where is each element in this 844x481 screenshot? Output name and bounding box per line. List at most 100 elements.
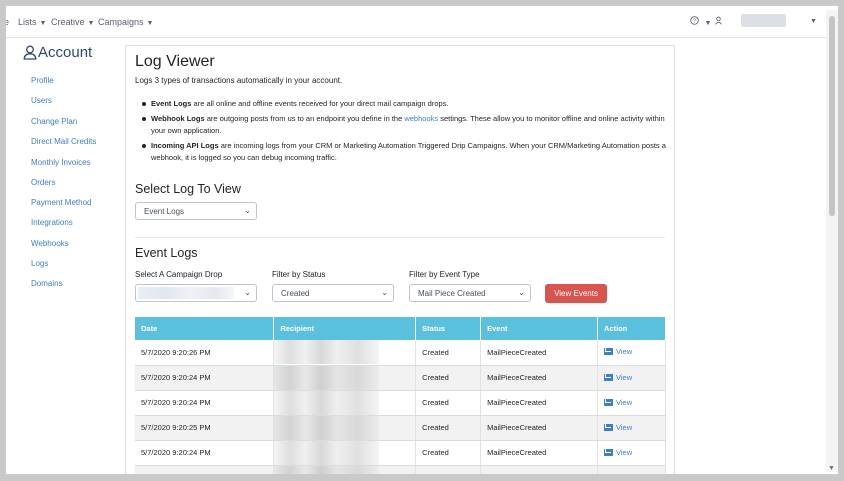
user-menu-caret-icon[interactable]: ▼ (810, 18, 817, 25)
list-item: Event Logs are all online and offline ev… (141, 98, 676, 110)
question-circle-icon[interactable]: ? ▼ (690, 16, 711, 27)
cell-date: 5/7/2020 9:20:24 PM (135, 390, 275, 416)
cell-action: View (597, 365, 666, 391)
log-viewer-panel: Log Viewer Logs 3 types of transactions … (125, 45, 675, 474)
cell-event: MailPieceCreated (480, 465, 598, 474)
user-outline-icon (23, 45, 37, 60)
view-events-button[interactable]: View Events (545, 284, 607, 303)
nav-item-truncated[interactable]: e (6, 17, 9, 27)
cell-action: View (597, 465, 666, 474)
page-description: Logs 3 types of transactions automatical… (135, 76, 343, 85)
view-link[interactable]: View (604, 423, 632, 432)
envelope-icon (604, 348, 613, 356)
scroll-down-arrow-icon[interactable]: ▼ (828, 465, 835, 472)
page-scrollbar[interactable]: ▼ (826, 10, 838, 472)
envelope-icon (604, 448, 613, 456)
log-type-select[interactable]: Event Logs ⌄ (135, 202, 257, 220)
cell-action: View (597, 440, 666, 466)
column-header-recipient[interactable]: Recipient (273, 317, 417, 340)
user-icon[interactable] (714, 16, 723, 27)
username-redacted[interactable] (741, 14, 786, 27)
select-log-heading: Select Log To View (135, 182, 241, 196)
table-row: 5/7/2020 9:20:24 PM Created MailPieceCre… (135, 440, 666, 466)
cell-recipient-redacted (273, 440, 417, 466)
cell-recipient-redacted (273, 340, 417, 366)
cell-action: View (597, 390, 666, 416)
cell-event: MailPieceCreated (480, 415, 598, 441)
campaign-drop-select[interactable]: ⌄ (135, 284, 257, 302)
cell-status: Created (415, 390, 482, 416)
view-link[interactable]: View (604, 448, 632, 457)
envelope-icon (604, 373, 613, 381)
webhooks-link[interactable]: webhooks (404, 114, 438, 123)
cell-event: MailPieceCreated (480, 340, 598, 366)
cell-status: Created (415, 365, 482, 391)
cell-status: Created (415, 465, 482, 474)
sidebar-item-change-plan[interactable]: Change Plan (31, 117, 77, 126)
cell-event: MailPieceCreated (480, 440, 598, 466)
status-filter-select[interactable]: Created ⌄ (272, 284, 394, 302)
cell-event: MailPieceCreated (480, 390, 598, 416)
table-row: 5/7/2020 9:20:26 PM Created MailPieceCre… (135, 340, 666, 366)
cell-event: MailPieceCreated (480, 365, 598, 391)
table-header-row: Date Recipient Status Event Action (135, 317, 666, 340)
sidebar-item-payment-method[interactable]: Payment Method (31, 198, 91, 207)
chevron-down-icon: ⌄ (244, 206, 251, 215)
envelope-icon (604, 473, 613, 474)
sidebar-item-users[interactable]: Users (31, 96, 52, 105)
view-link[interactable]: View (604, 473, 632, 474)
nav-item-lists[interactable]: Lists ▼ (18, 17, 46, 27)
status-filter-label: Filter by Status (272, 270, 326, 279)
list-item: Webhook Logs are outgoing posts from us … (141, 113, 676, 137)
chevron-down-icon: ⌄ (244, 288, 251, 297)
campaign-drop-redacted (138, 287, 234, 299)
chevron-down-icon: ⌄ (381, 288, 388, 297)
event-logs-table: Date Recipient Status Event Action 5/7/2… (135, 317, 666, 474)
column-header-event[interactable]: Event (480, 317, 598, 340)
sidebar-item-webhooks[interactable]: Webhooks (31, 239, 69, 248)
cell-status: Created (415, 415, 482, 441)
event-type-filter-label: Filter by Event Type (409, 270, 480, 279)
sidebar-item-monthly-invoices[interactable]: Monthly Invoices (31, 158, 91, 167)
page-title: Log Viewer (135, 53, 215, 70)
list-item: Incoming API Logs are incoming logs from… (141, 140, 676, 164)
view-link[interactable]: View (604, 398, 632, 407)
account-heading: Account (23, 44, 92, 61)
caret-down-icon: ▼ (704, 20, 712, 27)
cell-action: View (597, 340, 666, 366)
nav-item-campaigns[interactable]: Campaigns ▼ (98, 17, 153, 27)
view-link[interactable]: View (604, 347, 632, 356)
scrollbar-thumb[interactable] (829, 16, 835, 216)
table-row: 5/7/2020 9:20:25 PM Created MailPieceCre… (135, 415, 666, 441)
cell-date: 5/7/2020 9:20:27 PM (135, 465, 275, 474)
column-header-date[interactable]: Date (135, 317, 275, 340)
cell-date: 5/7/2020 9:20:25 PM (135, 415, 275, 441)
nav-item-creative[interactable]: Creative ▼ (51, 17, 94, 27)
cell-date: 5/7/2020 9:20:26 PM (135, 340, 275, 366)
cell-recipient-redacted (273, 415, 417, 441)
sidebar-item-direct-mail-credits[interactable]: Direct Mail Credits (31, 137, 96, 146)
sidebar-item-orders[interactable]: Orders (31, 178, 55, 187)
view-link[interactable]: View (604, 373, 632, 382)
caret-down-icon: ▼ (87, 20, 95, 27)
sidebar-item-integrations[interactable]: Integrations (31, 218, 73, 227)
column-header-status[interactable]: Status (415, 317, 482, 340)
table-row: 5/7/2020 9:20:24 PM Created MailPieceCre… (135, 390, 666, 416)
caret-down-icon: ▼ (146, 20, 154, 27)
cell-date: 5/7/2020 9:20:24 PM (135, 365, 275, 391)
cell-status: Created (415, 340, 482, 366)
cell-action: View (597, 415, 666, 441)
envelope-icon (604, 398, 613, 406)
log-types-list: Event Logs are all online and offline ev… (141, 98, 676, 167)
column-header-action: Action (597, 317, 666, 340)
divider (135, 237, 665, 238)
table-row: 5/7/2020 9:20:24 PM Created MailPieceCre… (135, 365, 666, 391)
top-navbar: e Lists ▼ Creative ▼ Campaigns ▼ ? ▼ ▼ (6, 6, 838, 38)
cell-date: 5/7/2020 9:20:24 PM (135, 440, 275, 466)
event-type-filter-select[interactable]: Mail Piece Created ⌄ (409, 284, 531, 302)
sidebar-item-logs[interactable]: Logs (31, 259, 48, 268)
sidebar-item-domains[interactable]: Domains (31, 279, 63, 288)
envelope-icon (604, 423, 613, 431)
event-logs-heading: Event Logs (135, 246, 198, 260)
sidebar-item-profile[interactable]: Profile (31, 76, 54, 85)
